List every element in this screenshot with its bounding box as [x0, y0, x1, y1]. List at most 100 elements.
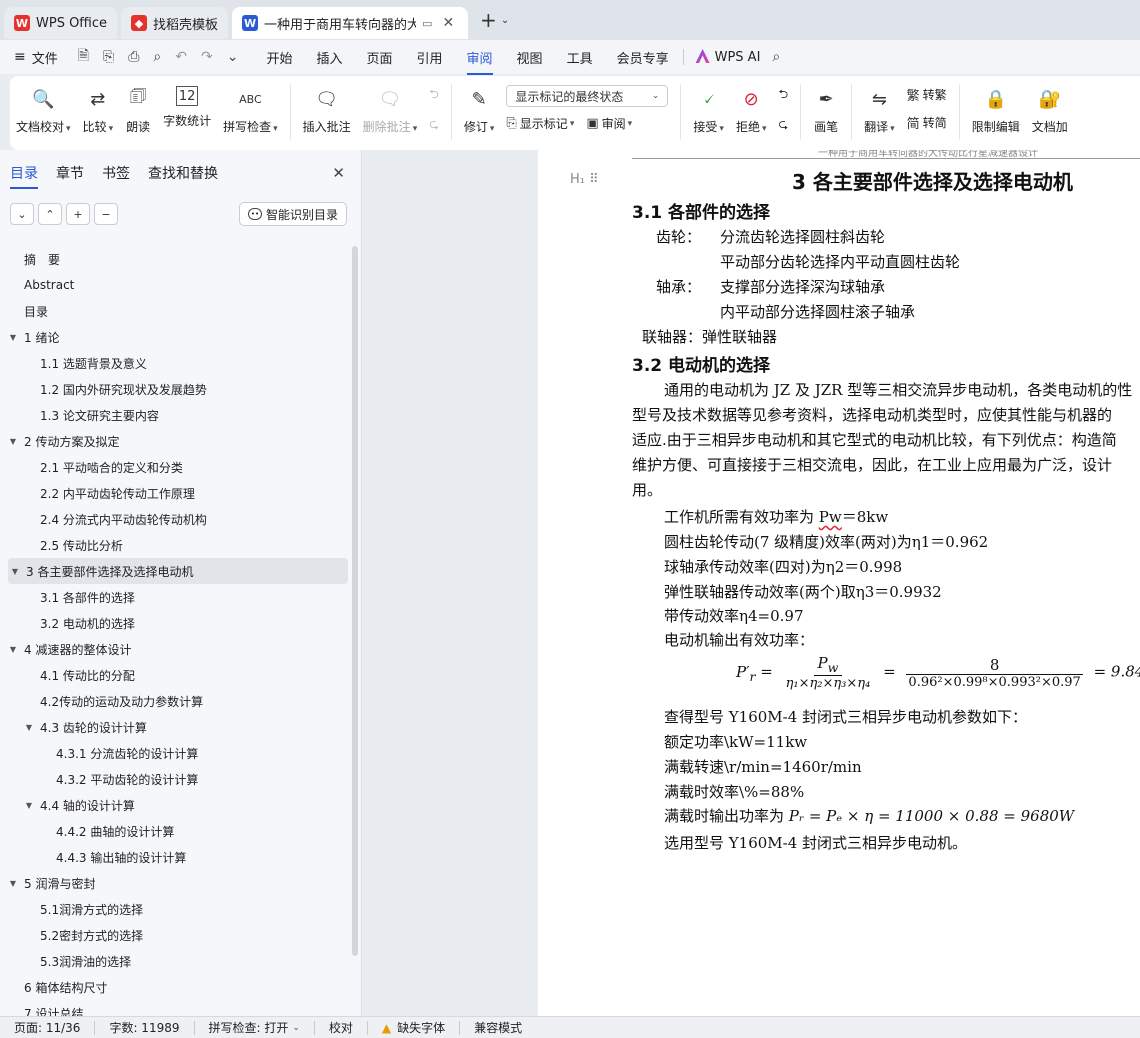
- toc-item[interactable]: 4.4.3 输出轴的设计计算: [0, 844, 352, 870]
- toc-item[interactable]: 2.5 传动比分析: [0, 532, 352, 558]
- menu-member[interactable]: 会员专享: [617, 48, 669, 67]
- collapse-triangle-icon[interactable]: ▼: [22, 723, 36, 732]
- toc-item[interactable]: 6 箱体结构尺寸: [0, 974, 352, 1000]
- spell-check-button[interactable]: ABC 拼写检查 ▾: [223, 76, 278, 135]
- toc-item[interactable]: 7 设计总结: [0, 1000, 352, 1017]
- toc-scrollbar[interactable]: [352, 246, 358, 956]
- reject-button[interactable]: ⊘ 拒绝 ▾: [736, 76, 767, 135]
- to-simplified-button[interactable]: 简转简: [907, 113, 947, 132]
- markup-state-select[interactable]: 显示标记的最终状态 ⌄: [506, 85, 669, 107]
- tab-find-replace[interactable]: 查找和替换: [148, 163, 218, 183]
- show-markup-button[interactable]: 显示标记: [520, 115, 568, 132]
- toc-item[interactable]: ▼ 4.4 轴的设计计算: [0, 792, 352, 818]
- next-revision-icon[interactable]: ⮎: [778, 115, 788, 136]
- smart-toc-button[interactable]: •• 智能识别目录: [238, 202, 347, 226]
- document-page[interactable]: 一种用于商用车转向器的大传动比行星减速器设计 H₁ ⠿ 3 各主要部件选择及选择…: [538, 150, 1140, 1016]
- print-icon[interactable]: ⎙: [128, 49, 139, 65]
- toc-item[interactable]: 2.4 分流式内平动齿轮传动机构: [0, 506, 352, 532]
- tab-sections[interactable]: 章节: [56, 163, 84, 183]
- restrict-edit-button[interactable]: 🔒 限制编辑: [972, 76, 1020, 135]
- toc-item[interactable]: 4.3.2 平动齿轮的设计计算: [0, 766, 352, 792]
- insert-comment-button[interactable]: 🗨 插入批注: [303, 76, 351, 135]
- undo-icon[interactable]: ↶: [175, 49, 187, 65]
- toc-item[interactable]: ▼ 3 各主要部件选择及选择电动机: [8, 558, 348, 584]
- prev-revision-icon[interactable]: ⮌: [778, 85, 788, 106]
- expand-down-icon[interactable]: ⌄: [10, 203, 34, 225]
- toc-item[interactable]: 5.1润滑方式的选择: [0, 896, 352, 922]
- search-icon[interactable]: ⌕: [772, 49, 780, 65]
- tab-document[interactable]: W 一种用于商用车转向器的大传 ▭ ✕: [232, 7, 469, 39]
- revise-button[interactable]: ✎ 修订 ▾: [464, 76, 495, 135]
- read-aloud-button[interactable]: 🗊 朗读: [125, 76, 151, 135]
- close-icon[interactable]: ✕: [442, 15, 454, 31]
- toc-item[interactable]: 4.1 传动比的分配: [0, 662, 352, 688]
- toc-item[interactable]: ▼ 4.3 齿轮的设计计算: [0, 714, 352, 740]
- pen-button[interactable]: ✒ 画笔: [813, 76, 839, 135]
- collapse-up-icon[interactable]: ⌃: [38, 203, 62, 225]
- tab-wps-office[interactable]: W WPS Office: [4, 7, 118, 39]
- doc-encrypt-button[interactable]: 🔐 文档加: [1032, 76, 1068, 135]
- tab-bookmarks[interactable]: 书签: [102, 163, 130, 183]
- close-icon[interactable]: ✕: [332, 164, 345, 182]
- toc-item[interactable]: 目录: [0, 298, 352, 324]
- word-count-indicator[interactable]: 字数: 11989: [109, 1019, 179, 1036]
- toc-item[interactable]: 1.1 选题背景及意义: [0, 350, 352, 376]
- toc-item[interactable]: 4.3.1 分流齿轮的设计计算: [0, 740, 352, 766]
- tab-toc[interactable]: 目录: [10, 163, 38, 189]
- toc-item[interactable]: 2.2 内平动齿轮传动工作原理: [0, 480, 352, 506]
- collapse-triangle-icon[interactable]: ▼: [6, 333, 20, 342]
- spell-check-toggle[interactable]: 拼写检查: 打开 ⌄: [209, 1019, 300, 1036]
- remove-heading-icon[interactable]: −: [94, 203, 118, 225]
- toc-item[interactable]: 5.3润滑油的选择: [0, 948, 352, 974]
- print-preview-icon[interactable]: ⌕: [153, 49, 161, 65]
- compare-button[interactable]: ⇄ 比较 ▾: [83, 76, 114, 135]
- menu-reference[interactable]: 引用: [417, 48, 443, 67]
- save-icon[interactable]: 🗎: [78, 45, 89, 69]
- translate-button[interactable]: ⇋ 翻译 ▾: [864, 76, 895, 135]
- collapse-triangle-icon[interactable]: ▼: [22, 801, 36, 810]
- menu-tools[interactable]: 工具: [567, 48, 593, 67]
- toc-item[interactable]: 摘 要: [0, 246, 352, 272]
- collapse-triangle-icon[interactable]: ▼: [6, 879, 20, 888]
- proofread-button[interactable]: 校对: [329, 1019, 353, 1036]
- toc-item[interactable]: 3.1 各部件的选择: [0, 584, 352, 610]
- page-indicator[interactable]: 页面: 11/36: [14, 1019, 80, 1036]
- menu-page[interactable]: 页面: [367, 48, 393, 67]
- export-icon[interactable]: ⎘: [103, 49, 114, 65]
- toc-item[interactable]: ▼ 4 减速器的整体设计: [0, 636, 352, 662]
- redo-icon[interactable]: ↷: [201, 49, 213, 65]
- add-heading-icon[interactable]: +: [66, 203, 90, 225]
- toc-item[interactable]: 4.2传动的运动及动力参数计算: [0, 688, 352, 714]
- collapse-triangle-icon[interactable]: ▼: [8, 567, 22, 576]
- toc-item[interactable]: 5.2密封方式的选择: [0, 922, 352, 948]
- review-pane-button[interactable]: 审阅: [602, 115, 626, 132]
- toc-item[interactable]: 1.3 论文研究主要内容: [0, 402, 352, 428]
- toc-item[interactable]: 2.1 平动啮合的定义和分类: [0, 454, 352, 480]
- toc-item[interactable]: ▼ 2 传动方案及拟定: [0, 428, 352, 454]
- word-count-button[interactable]: 12 字数统计: [163, 76, 211, 129]
- menu-view[interactable]: 视图: [517, 48, 543, 67]
- collapse-triangle-icon[interactable]: ▼: [6, 437, 20, 446]
- accept-button[interactable]: 🗸 接受 ▾: [693, 76, 724, 135]
- chevron-down-icon[interactable]: ⌄: [501, 15, 509, 26]
- tab-template[interactable]: ◆ 找稻壳模板: [121, 7, 229, 39]
- doc-check-button[interactable]: 🔍 文档校对 ▾: [16, 76, 71, 135]
- to-traditional-button[interactable]: 繁转繁: [907, 85, 947, 104]
- delete-comment-button[interactable]: 🗨 删除批注 ▾: [363, 76, 418, 135]
- heading-marker-icon[interactable]: H₁ ⠿: [570, 172, 599, 187]
- missing-font-button[interactable]: ▲ 缺失字体: [382, 1019, 445, 1036]
- toc-item[interactable]: ▼ 5 润滑与密封: [0, 870, 352, 896]
- next-comment-icon[interactable]: ⮎: [429, 115, 439, 136]
- collapse-triangle-icon[interactable]: ▼: [6, 645, 20, 654]
- menu-review[interactable]: 审阅: [466, 48, 493, 75]
- file-menu[interactable]: ≡ 文件: [14, 48, 58, 67]
- menu-insert[interactable]: 插入: [316, 48, 342, 67]
- prev-comment-icon[interactable]: ⮌: [429, 85, 439, 106]
- more-chevron-icon[interactable]: ⌄: [227, 49, 239, 65]
- toc-item[interactable]: 1.2 国内外研究现状及发展趋势: [0, 376, 352, 402]
- screen-icon[interactable]: ▭: [422, 17, 432, 30]
- toc-item[interactable]: Abstract: [0, 272, 352, 298]
- toc-item[interactable]: 4.4.2 曲轴的设计计算: [0, 818, 352, 844]
- toc-item[interactable]: 3.2 电动机的选择: [0, 610, 352, 636]
- add-tab-icon[interactable]: +: [480, 8, 497, 32]
